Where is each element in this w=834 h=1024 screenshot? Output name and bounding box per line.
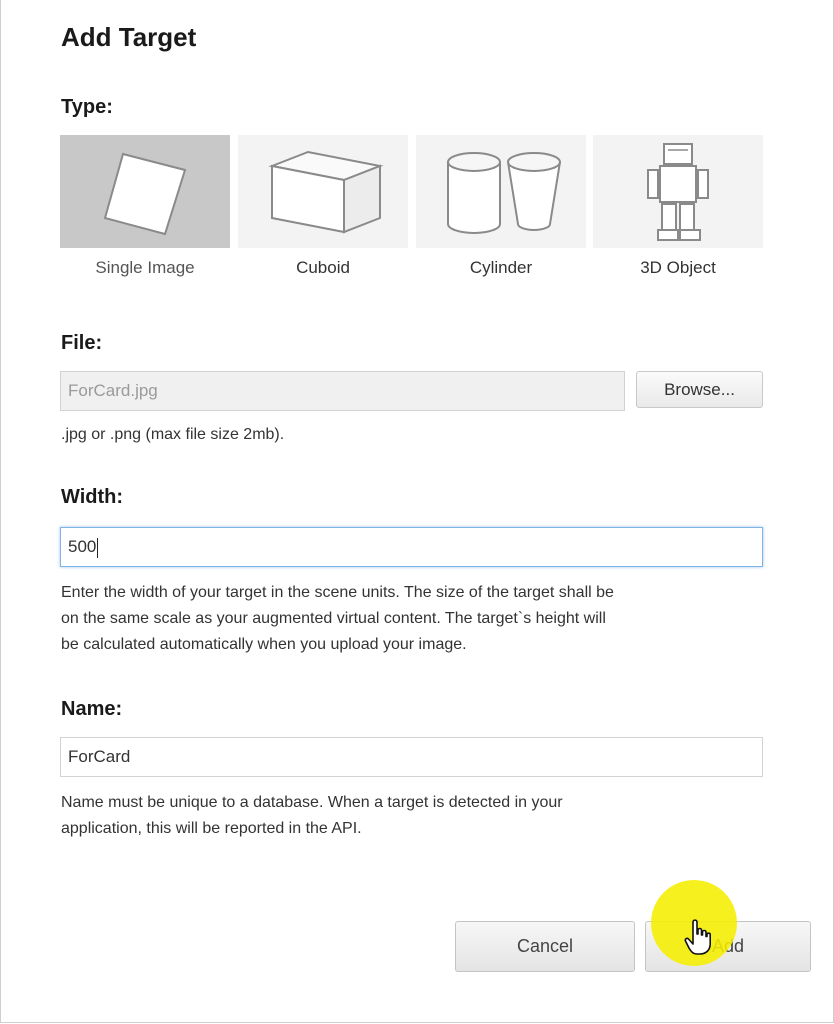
file-path-field[interactable]: ForCard.jpg [60,371,625,411]
hand-cursor-icon [684,919,711,955]
single-image-icon [103,152,187,235]
file-label: File: [61,332,103,354]
width-label: Width: [61,486,124,508]
width-help-line: be calculated automatically when you upl… [61,636,467,653]
type-option-label: Single Image [95,258,195,277]
type-option-label: Cylinder [469,258,533,277]
type-label: Type: [61,96,113,118]
name-help-line: application, this will be reported in th… [61,820,362,837]
width-help-text: Enter the width of your target in the sc… [61,580,614,658]
name-label: Name: [61,698,123,720]
text-caret [97,537,99,558]
cuboid-icon [268,150,384,233]
type-option-label: 3D Object [640,258,716,277]
3d-object-icon [647,142,709,241]
name-input[interactable]: ForCard [60,737,763,777]
type-option-cuboid[interactable]: Cuboid [238,135,408,280]
add-target-dialog: Add Target Type: Single Image Cuboid Cyl… [0,0,834,1023]
type-option-single-image[interactable]: Single Image [60,135,230,280]
cylinder-icon [447,151,561,234]
name-help-text: Name must be unique to a database. When … [61,790,563,842]
width-help-line: on the same scale as your augmented virt… [61,610,606,627]
browse-button[interactable]: Browse... [636,371,763,408]
width-help-line: Enter the width of your target in the sc… [61,584,614,601]
dialog-title: Add Target [61,22,197,52]
name-help-line: Name must be unique to a database. When … [61,794,563,811]
type-option-3d-object[interactable]: 3D Object [593,135,763,280]
width-input[interactable]: 500 [60,527,763,567]
width-value: 500 [68,537,97,556]
file-help-text: .jpg or .png (max file size 2mb). [61,426,285,443]
type-selector: Single Image Cuboid Cylinder 3D Object [60,135,764,280]
type-option-label: Cuboid [296,258,350,277]
cancel-button[interactable]: Cancel [455,921,635,972]
type-option-cylinder[interactable]: Cylinder [416,135,586,280]
